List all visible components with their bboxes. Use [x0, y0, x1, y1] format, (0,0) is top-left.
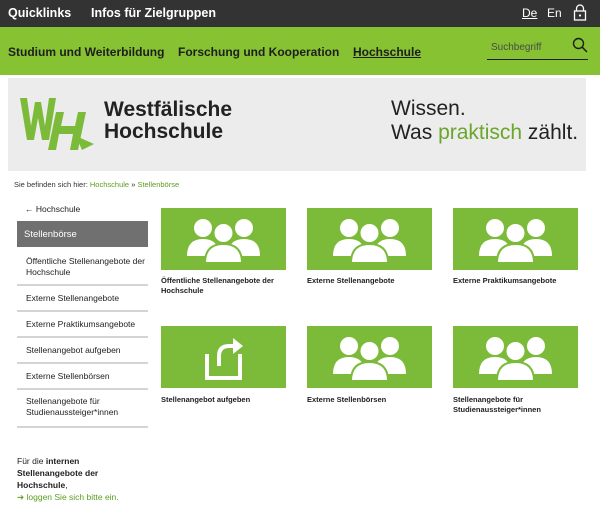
login-link[interactable]: ➔ loggen Sie sich bitte ein.: [17, 491, 157, 503]
tile-label[interactable]: Externe Stellenbörsen: [307, 395, 437, 405]
search-icon[interactable]: [572, 37, 588, 53]
slogan: Wissen. Was praktisch zählt.: [391, 97, 578, 145]
tile-externe-praktikumsangebote[interactable]: [453, 208, 578, 270]
tile-studienaussteiger[interactable]: [453, 326, 578, 388]
arrow-left-icon: ←: [25, 204, 34, 214]
university-logo-mark[interactable]: [20, 96, 94, 152]
people-icon: [479, 219, 552, 264]
breadcrumb-hochschule[interactable]: Hochschule: [90, 180, 129, 189]
sidebar-item-stellenboerse[interactable]: Stellenbörse: [17, 221, 148, 247]
sidebar-item-stellenboersen[interactable]: Externe Stellenbörsen: [17, 364, 148, 390]
university-name-line2: Hochschule: [104, 120, 224, 143]
sidebar-item-label: Externe Praktikumsangebote: [26, 319, 136, 329]
sidebar-item-label: Stellenangebote für Studienaussteiger*in…: [26, 396, 119, 417]
language-en-link[interactable]: En: [547, 6, 562, 20]
sidebar-item-label: Externe Stellenangebote: [26, 293, 120, 303]
tile-label[interactable]: Stellenangebote für Studienaussteiger*in…: [453, 395, 563, 415]
search-box: [487, 36, 588, 60]
sidebar-item-label: Externe Stellenbörsen: [26, 371, 110, 381]
people-icon: [333, 337, 406, 382]
top-bar: Quicklinks Infos für Zielgruppen De En: [0, 0, 600, 27]
slogan-post: zählt.: [522, 121, 579, 144]
login-text-bold: Stellenangebote der: [17, 468, 99, 478]
quicklinks-link[interactable]: Quicklinks: [8, 6, 71, 20]
people-icon: [479, 337, 552, 382]
infos-zielgruppen-link[interactable]: Infos für Zielgruppen: [91, 6, 216, 20]
login-link-label: loggen Sie sich bitte ein.: [26, 492, 119, 502]
slogan-line2: Was praktisch zählt.: [391, 121, 578, 145]
arrow-right-icon: ➔: [17, 492, 25, 502]
language-de-link[interactable]: De: [522, 6, 537, 20]
slogan-pre: Was: [391, 121, 439, 144]
sidebar-item-externe-stellenangebote[interactable]: Externe Stellenangebote: [17, 286, 148, 312]
lock-icon[interactable]: [573, 4, 587, 21]
tile-label[interactable]: Stellenangebot aufgeben: [161, 395, 291, 405]
tile-label[interactable]: Externe Stellenangebote: [307, 276, 437, 286]
sidebar-item-studienaussteiger[interactable]: Stellenangebote für Studienaussteiger*in…: [17, 390, 148, 428]
tile-label[interactable]: Öffentliche Stellenangebote der Hochschu…: [161, 276, 291, 296]
header-banner: Westfälische Hochschule Wissen. Was prak…: [8, 78, 586, 171]
sidebar-item-label: Stellenangebot aufgeben: [26, 345, 121, 355]
nav-forschung[interactable]: Forschung und Kooperation: [178, 45, 339, 59]
upload-icon: [205, 338, 243, 380]
tile-stellenangebot-aufgeben[interactable]: [161, 326, 286, 388]
search-input[interactable]: [491, 39, 567, 55]
sidebar-item-aufgeben[interactable]: Stellenangebot aufgeben: [17, 338, 148, 364]
sidebar-back-label: Hochschule: [35, 204, 81, 214]
university-name: Westfälische Hochschule: [104, 99, 232, 143]
breadcrumb: Sie befinden sich hier: Hochschule » Ste…: [14, 180, 179, 189]
login-text: ,: [65, 480, 68, 490]
login-hint: Für die internen Stellenangebote der Hoc…: [17, 455, 157, 503]
slogan-accent: praktisch: [438, 121, 523, 144]
sidebar-back-link[interactable]: ← Hochschule: [25, 204, 80, 214]
sidebar-item-praktikumsangebote[interactable]: Externe Praktikumsangebote: [17, 312, 148, 338]
breadcrumb-prefix: Sie befinden sich hier:: [14, 180, 88, 189]
sidebar-item-label: Öffentliche Stellenangebote der Hochschu…: [26, 256, 145, 277]
nav-studium[interactable]: Studium und Weiterbildung: [8, 45, 164, 59]
sidebar-active-label: Stellenbörse: [24, 229, 77, 240]
people-icon: [187, 219, 260, 264]
people-icon: [333, 219, 406, 264]
login-text-bold: internen: [45, 456, 80, 466]
login-text: Für die: [17, 456, 46, 466]
breadcrumb-separator: »: [131, 180, 136, 189]
breadcrumb-stellenboerse[interactable]: Stellenbörse: [137, 180, 179, 189]
sidebar-item-oeffentliche[interactable]: Öffentliche Stellenangebote der Hochschu…: [17, 250, 148, 286]
tile-label[interactable]: Externe Praktikumsangebote: [453, 276, 583, 286]
tile-oeffentliche-stellenangebote[interactable]: [161, 208, 286, 270]
nav-hochschule[interactable]: Hochschule: [353, 45, 421, 59]
tile-externe-stellenangebote[interactable]: [307, 208, 432, 270]
slogan-line1: Wissen.: [391, 97, 466, 120]
university-name-line1: Westfälische: [104, 98, 232, 121]
login-text-bold: Hochschule: [17, 480, 66, 490]
tile-externe-stellenboersen[interactable]: [307, 326, 432, 388]
